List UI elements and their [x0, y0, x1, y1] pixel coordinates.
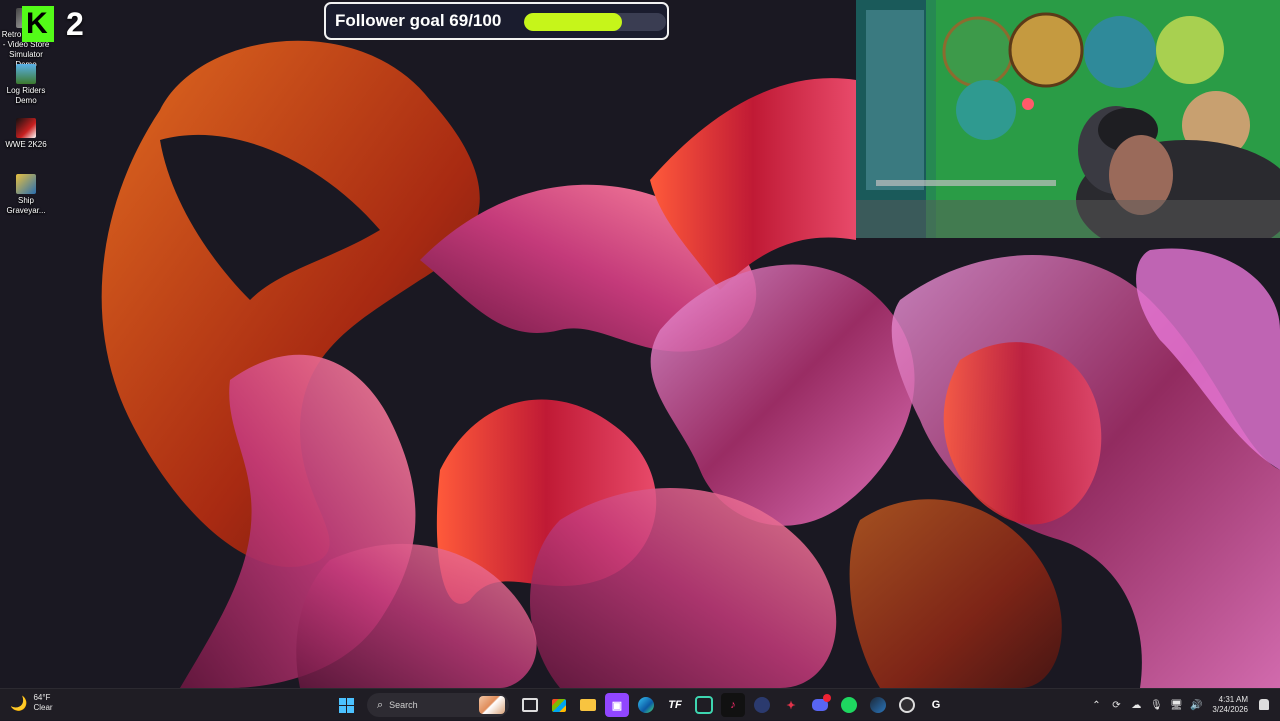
surfshark-icon: ✦: [786, 699, 796, 712]
taskbar-search[interactable]: ⌕ Search: [367, 693, 509, 717]
obs-icon: [899, 697, 915, 713]
tradingfuel-button[interactable]: TF: [663, 693, 687, 717]
taskbar-clock[interactable]: 4:31 AM 3/24/2026: [1212, 695, 1248, 715]
steam-icon: [870, 697, 886, 713]
desktop-icon-wwe-2k26[interactable]: WWE 2K26: [0, 118, 52, 150]
network-icon[interactable]: 🖥: [1166, 700, 1186, 711]
weather-temperature: 64°F: [33, 693, 51, 702]
chatgpt-icon: G: [931, 699, 941, 711]
twitch-icon: ▣: [611, 699, 623, 712]
discord-button[interactable]: [808, 693, 832, 717]
desktop-icon-ship-graveyard[interactable]: Ship Graveyar...: [0, 174, 52, 216]
notification-bell-icon[interactable]: [1256, 697, 1272, 713]
log-riders-icon: [16, 64, 36, 84]
tiktok-icon: ♪: [730, 699, 736, 711]
ship-graveyard-icon: [16, 174, 36, 194]
discord-notification-badge: [823, 694, 831, 702]
copilot-icon: [695, 696, 713, 714]
sync-icon[interactable]: ⟳: [1106, 700, 1126, 711]
moon-icon: 🌙: [10, 694, 28, 711]
taskbar: 🌙 64°F Clear ⌕ Search ▣ TF ♪ ✦ G ⌃ ⟳ ☁ 🎙…: [0, 688, 1280, 720]
microsoft-store-button[interactable]: [547, 693, 571, 717]
search-icon: ⌕: [377, 698, 384, 711]
start-button[interactable]: [334, 693, 358, 717]
windows-logo-icon: [338, 697, 354, 713]
chatgpt-button[interactable]: G: [924, 693, 948, 717]
desktop-icon-label: Ship Graveyar...: [6, 196, 46, 215]
cloud-icon[interactable]: ☁: [1126, 700, 1146, 711]
copilot-app-button[interactable]: [692, 693, 716, 717]
clock-date: 3/24/2026: [1212, 705, 1248, 714]
chevron-up-icon[interactable]: ⌃: [1086, 700, 1106, 711]
desktop-icon-label: Log Riders Demo: [6, 86, 46, 105]
microsoft-store-icon: [552, 698, 566, 712]
desktop-icon-label: WWE 2K26: [5, 140, 47, 149]
webcam-feed: [856, 0, 1280, 238]
wwe-2k26-icon: [16, 118, 36, 138]
twitch-button[interactable]: ▣: [605, 693, 629, 717]
stream-tool-icon: [754, 697, 770, 713]
task-view-button[interactable]: [518, 693, 542, 717]
taskbar-center: ⌕ Search ▣ TF ♪ ✦ G: [334, 692, 948, 718]
kick-logo: K: [22, 6, 54, 42]
follower-goal-widget: Follower goal 69/100: [324, 2, 669, 40]
desktop-icon-log-riders[interactable]: Log Riders Demo: [0, 64, 52, 106]
spotify-button[interactable]: [837, 693, 861, 717]
clock-time: 4:31 AM: [1218, 695, 1248, 704]
tiktok-button[interactable]: ♪: [721, 693, 745, 717]
follower-goal-progress-track: [524, 13, 666, 31]
edge-icon: [638, 697, 654, 713]
kick-viewer-count: 2: [66, 6, 84, 42]
follower-goal-progress-fill: [524, 13, 622, 31]
follower-goal-text: Follower goal 69/100: [335, 11, 502, 30]
file-explorer-button[interactable]: [576, 693, 600, 717]
search-highlight-icon: [479, 696, 505, 714]
microphone-icon[interactable]: 🎙: [1146, 700, 1166, 711]
tf-icon: TF: [668, 699, 682, 711]
system-tray: ⌃ ⟳ ☁ 🎙 🖥 🔊 4:31 AM 3/24/2026: [1086, 689, 1280, 721]
volume-icon[interactable]: 🔊: [1186, 700, 1206, 711]
surfshark-button[interactable]: ✦: [779, 693, 803, 717]
edge-button[interactable]: [634, 693, 658, 717]
task-view-icon: [522, 698, 538, 712]
kick-letter: K: [26, 7, 48, 40]
stream-tool-button[interactable]: [750, 693, 774, 717]
folder-icon: [580, 699, 596, 711]
weather-widget[interactable]: 🌙 64°F Clear: [10, 693, 53, 713]
weather-description: Clear: [33, 703, 53, 712]
spotify-icon: [841, 697, 857, 713]
obs-button[interactable]: [895, 693, 919, 717]
search-placeholder: Search: [389, 700, 418, 710]
steam-button[interactable]: [866, 693, 890, 717]
